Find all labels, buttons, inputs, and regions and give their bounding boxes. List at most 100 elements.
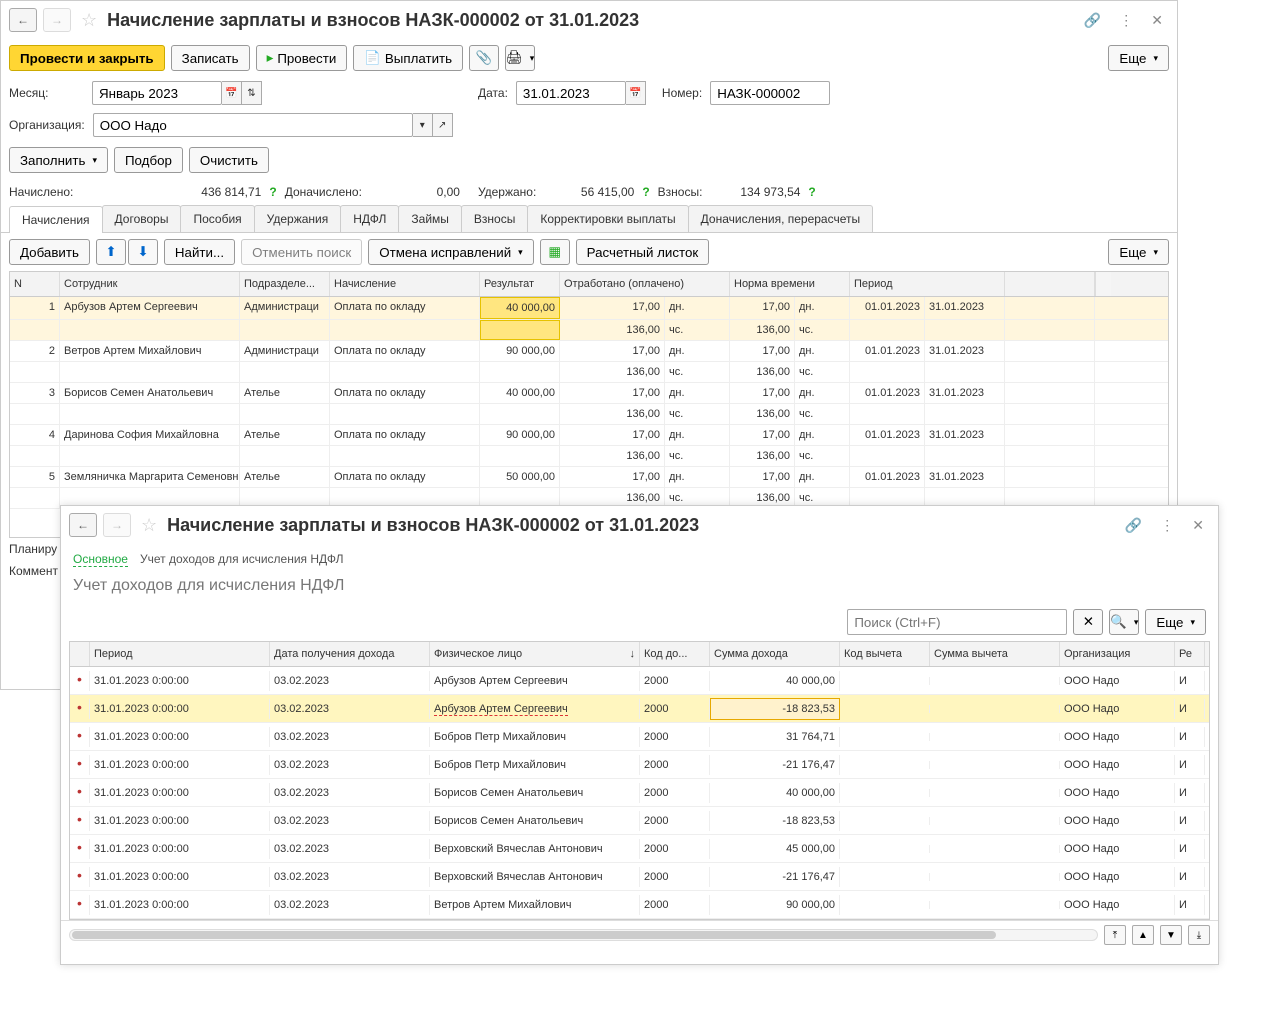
- org-input[interactable]: [93, 113, 413, 137]
- scroll-top-button[interactable]: ⤒: [1104, 925, 1126, 945]
- close-icon[interactable]: ✕: [1145, 10, 1169, 31]
- link-icon[interactable]: 🔗: [1078, 10, 1107, 31]
- date-input[interactable]: [516, 81, 626, 105]
- add-button[interactable]: Добавить: [9, 239, 90, 265]
- col-org[interactable]: Организация: [1060, 642, 1175, 666]
- income-row[interactable]: •31.01.2023 0:00:0003.02.2023Арбузов Арт…: [70, 695, 1209, 723]
- more-button[interactable]: Еще▾: [1108, 45, 1169, 71]
- col-code[interactable]: Код до...: [640, 642, 710, 666]
- tab-5[interactable]: Займы: [398, 205, 462, 232]
- col-worked[interactable]: Отработано (оплачено): [560, 272, 730, 296]
- open-icon[interactable]: ↗: [433, 113, 453, 137]
- nav-back-button[interactable]: ←: [69, 513, 97, 537]
- table-row-sub[interactable]: 136,00чс.136,00чс.: [10, 446, 1168, 467]
- tab-3[interactable]: Удержания: [254, 205, 342, 232]
- col-income-date[interactable]: Дата получения дохода: [270, 642, 430, 666]
- pick-button[interactable]: Подбор: [114, 147, 183, 173]
- income-row[interactable]: •31.01.2023 0:00:0003.02.2023Борисов Сем…: [70, 779, 1209, 807]
- scrollbar[interactable]: [1095, 272, 1111, 296]
- menu-icon[interactable]: ⋮: [1154, 515, 1180, 536]
- table-row[interactable]: 2Ветров Артем МихайловичАдминистрациОпла…: [10, 341, 1168, 362]
- number-input[interactable]: [710, 81, 830, 105]
- horizontal-scrollbar[interactable]: [69, 929, 1098, 941]
- col-deduction-code[interactable]: Код вычета: [840, 642, 930, 666]
- nav-forward-button[interactable]: →: [103, 513, 131, 537]
- link-tab-main[interactable]: Основное: [73, 552, 128, 567]
- link-tab-ndfl[interactable]: Учет доходов для исчисления НДФЛ: [140, 552, 344, 567]
- calendar-icon[interactable]: 📅: [222, 81, 242, 105]
- attach-button[interactable]: 📎: [469, 45, 499, 71]
- tab-8[interactable]: Доначисления, перерасчеты: [688, 205, 873, 232]
- help-icon[interactable]: ?: [808, 185, 815, 199]
- find-button[interactable]: Найти...: [164, 239, 235, 265]
- col-amount[interactable]: Сумма дохода: [710, 642, 840, 666]
- nav-forward-button[interactable]: →: [43, 8, 71, 32]
- income-row[interactable]: •31.01.2023 0:00:0003.02.2023Ветров Арте…: [70, 891, 1209, 919]
- col-employee[interactable]: Сотрудник: [60, 272, 240, 296]
- col-person[interactable]: Физическое лицо ↓: [430, 642, 640, 666]
- table-row[interactable]: 3Борисов Семен АнатольевичАтельеОплата п…: [10, 383, 1168, 404]
- col-n[interactable]: N: [10, 272, 60, 296]
- tab-7[interactable]: Корректировки выплаты: [527, 205, 688, 232]
- tab-4[interactable]: НДФЛ: [340, 205, 399, 232]
- dropdown-icon[interactable]: ▾: [413, 113, 433, 137]
- col-re[interactable]: Ре: [1175, 642, 1205, 666]
- cancel-search-button[interactable]: Отменить поиск: [241, 239, 362, 265]
- columns-button[interactable]: ▦: [540, 239, 570, 265]
- table-row-sub[interactable]: 136,00чс.136,00чс.: [10, 320, 1168, 341]
- scroll-up-button[interactable]: ▲: [1132, 925, 1154, 945]
- tab-6[interactable]: Взносы: [461, 205, 528, 232]
- payslip-button[interactable]: Расчетный листок: [576, 239, 710, 265]
- table-row[interactable]: 1Арбузов Артем СергеевичАдминистрациОпла…: [10, 297, 1168, 320]
- menu-icon[interactable]: ⋮: [1113, 10, 1139, 31]
- col-period[interactable]: Период: [850, 272, 1005, 296]
- more-button-2[interactable]: Еще▾: [1145, 609, 1206, 635]
- table-row[interactable]: 5Земляничка Маргарита СеменовнаАтельеОпл…: [10, 467, 1168, 488]
- tab-1[interactable]: Договоры: [102, 205, 182, 232]
- income-row[interactable]: •31.01.2023 0:00:0003.02.2023Верховский …: [70, 835, 1209, 863]
- col-deduction-amount[interactable]: Сумма вычета: [930, 642, 1060, 666]
- col-result[interactable]: Результат: [480, 272, 560, 296]
- income-row[interactable]: •31.01.2023 0:00:0003.02.2023Бобров Петр…: [70, 723, 1209, 751]
- col-department[interactable]: Подразделе...: [240, 272, 330, 296]
- save-button[interactable]: Записать: [171, 45, 250, 71]
- col-accrual[interactable]: Начисление: [330, 272, 480, 296]
- tab-2[interactable]: Пособия: [180, 205, 254, 232]
- income-row[interactable]: •31.01.2023 0:00:0003.02.2023Арбузов Арт…: [70, 667, 1209, 695]
- table-more-button[interactable]: Еще▾: [1108, 239, 1169, 265]
- move-down-button[interactable]: ⬇: [128, 239, 158, 265]
- tab-0[interactable]: Начисления: [9, 206, 103, 233]
- income-row[interactable]: •31.01.2023 0:00:0003.02.2023Бобров Петр…: [70, 751, 1209, 779]
- cancel-corrections-button[interactable]: Отмена исправлений▾: [368, 239, 533, 265]
- col-norm[interactable]: Норма времени: [730, 272, 850, 296]
- print-dropdown-button[interactable]: 🖨▾: [505, 45, 535, 71]
- pay-button[interactable]: 📄Выплатить: [353, 45, 463, 71]
- help-icon[interactable]: ?: [642, 185, 649, 199]
- close-icon[interactable]: ✕: [1186, 515, 1210, 536]
- post-button[interactable]: ▸Провести: [256, 45, 348, 71]
- fill-button[interactable]: Заполнить▾: [9, 147, 108, 173]
- scroll-down-button[interactable]: ▼: [1160, 925, 1182, 945]
- clear-button[interactable]: Очистить: [189, 147, 269, 173]
- calendar-icon[interactable]: 📅: [626, 81, 646, 105]
- move-up-button[interactable]: ⬆: [96, 239, 126, 265]
- search-input[interactable]: [847, 609, 1067, 635]
- clear-search-button[interactable]: ✕: [1073, 609, 1103, 635]
- help-icon[interactable]: ?: [269, 185, 276, 199]
- favorite-star-icon[interactable]: ☆: [141, 515, 157, 536]
- income-row[interactable]: •31.01.2023 0:00:0003.02.2023Верховский …: [70, 863, 1209, 891]
- nav-back-button[interactable]: ←: [9, 8, 37, 32]
- table-row-sub[interactable]: 136,00чс.136,00чс.: [10, 404, 1168, 425]
- post-and-close-button[interactable]: Провести и закрыть: [9, 45, 165, 71]
- table-row-sub[interactable]: 136,00чс.136,00чс.: [10, 362, 1168, 383]
- spinner-icon[interactable]: ⇅: [242, 81, 262, 105]
- favorite-star-icon[interactable]: ☆: [81, 10, 97, 31]
- col-period[interactable]: Период: [90, 642, 270, 666]
- footer-scroll: ⤒ ▲ ▼ ⤓: [61, 920, 1218, 949]
- month-input[interactable]: [92, 81, 222, 105]
- income-row[interactable]: •31.01.2023 0:00:0003.02.2023Борисов Сем…: [70, 807, 1209, 835]
- table-row[interactable]: 4Даринова София МихайловнаАтельеОплата п…: [10, 425, 1168, 446]
- link-icon[interactable]: 🔗: [1119, 515, 1148, 536]
- search-dropdown-button[interactable]: 🔍▾: [1109, 609, 1139, 635]
- scroll-bottom-button[interactable]: ⤓: [1188, 925, 1210, 945]
